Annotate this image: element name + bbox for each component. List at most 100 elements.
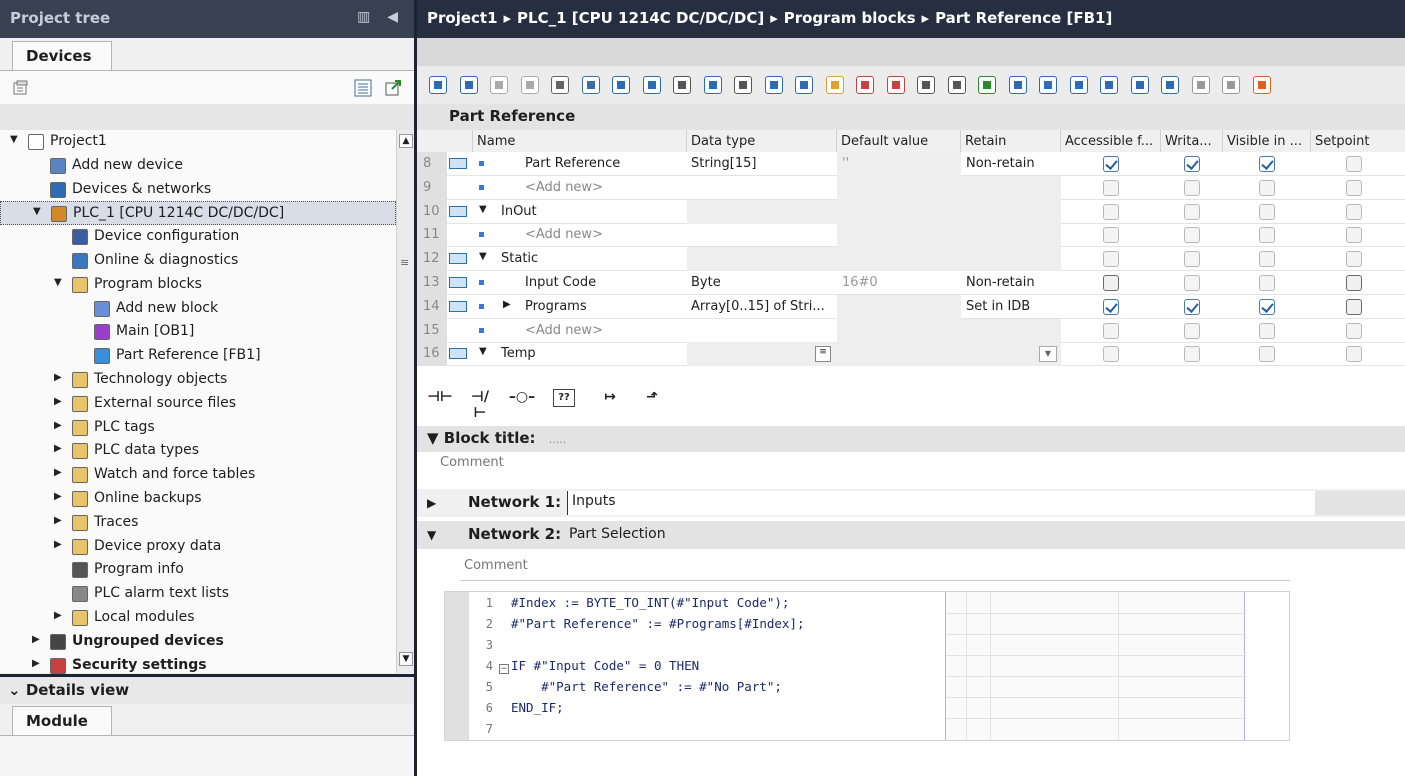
retain-value[interactable]: Set in IDB xyxy=(966,299,1030,314)
close-branch-icon[interactable]: ⬏ xyxy=(637,385,667,413)
tree-item[interactable]: Online & diagnostics xyxy=(0,249,396,273)
checkbox[interactable] xyxy=(1346,179,1362,196)
expand-arrow-icon[interactable]: ▶ xyxy=(54,491,62,502)
go-online-icon[interactable] xyxy=(856,76,874,94)
breakpoint-icon[interactable] xyxy=(1191,76,1210,94)
checkbox[interactable] xyxy=(1103,156,1119,172)
network-2-comment-field[interactable]: Comment xyxy=(460,555,1290,581)
favorites-icon[interactable] xyxy=(825,76,844,94)
indent-icon[interactable] xyxy=(1008,76,1027,94)
code-line[interactable]: #"Part Reference" := #"No Part"; xyxy=(511,679,782,700)
variable-name[interactable]: Part Reference xyxy=(525,156,620,171)
checkbox[interactable] xyxy=(1184,275,1200,291)
collapse-icon[interactable]: ▼ xyxy=(427,528,436,542)
expand-arrow-icon[interactable]: ▶ xyxy=(54,610,62,621)
tree-item[interactable]: ▼ Program blocks xyxy=(0,273,396,297)
interface-row[interactable]: 12 ▼ Static xyxy=(417,247,1405,272)
block-title-bar[interactable]: ▼ Block title: ..... xyxy=(417,426,1405,452)
delete-network-icon[interactable] xyxy=(520,76,539,94)
code-line[interactable]: #Index := BYTE_TO_INT(#"Input Code"); xyxy=(511,595,789,616)
monitor-icon[interactable] xyxy=(1161,76,1179,94)
collapse-arrow-icon[interactable]: ▼ xyxy=(479,251,487,262)
checkbox[interactable] xyxy=(1103,203,1119,220)
tree-item[interactable]: ▶ Ungrouped devices xyxy=(0,630,396,654)
collapse-arrow-icon[interactable]: ▼ xyxy=(479,346,487,357)
tree-item[interactable]: ▶ Technology objects xyxy=(0,368,396,392)
tree-item[interactable]: ▼ Project1 xyxy=(0,130,396,154)
tree-item[interactable]: ▶ Online backups xyxy=(0,487,396,511)
reset-icon[interactable] xyxy=(551,76,569,94)
checkbox[interactable] xyxy=(1259,346,1275,363)
expand-arrow-icon[interactable]: ▶ xyxy=(54,420,62,431)
default-value-cell[interactable] xyxy=(837,199,961,224)
watch-icon[interactable] xyxy=(1222,76,1240,94)
panel-controls-icon[interactable]: ▥ ◀ xyxy=(357,9,404,25)
tree-item[interactable]: Part Reference [FB1] xyxy=(0,344,396,368)
expand-arrow-icon[interactable]: ▶ xyxy=(54,467,62,478)
lock-icon[interactable] xyxy=(1252,76,1271,94)
column-header[interactable]: Visible in ... xyxy=(1223,130,1311,152)
tab-devices[interactable]: Devices xyxy=(12,41,112,71)
close-all-icon[interactable] xyxy=(612,76,630,94)
default-value[interactable]: 16#0 xyxy=(842,275,878,290)
checkbox[interactable] xyxy=(1346,251,1362,268)
collapse-icon[interactable]: ▼ xyxy=(427,429,439,447)
collapse-arrow-icon[interactable]: ▼ xyxy=(479,204,487,215)
network-2-title[interactable]: Part Selection xyxy=(569,526,666,542)
column-header[interactable]: Accessible f... xyxy=(1061,130,1161,152)
expand-arrow-icon[interactable]: ▶ xyxy=(32,634,40,645)
checkbox[interactable] xyxy=(1259,203,1275,220)
outdent-icon[interactable] xyxy=(1039,76,1057,94)
nc-contact-icon[interactable]: ⊣/⊢ xyxy=(465,385,495,421)
checkbox[interactable] xyxy=(1184,203,1200,220)
tree-item[interactable]: ▶ PLC data types xyxy=(0,439,396,463)
variable-name[interactable]: Temp xyxy=(501,346,536,361)
default-value-cell[interactable] xyxy=(837,247,961,272)
absolute-icon[interactable] xyxy=(642,76,661,94)
export-icon[interactable] xyxy=(384,79,402,97)
tree-item[interactable]: Add new block xyxy=(0,297,396,321)
interface-row[interactable]: 8 Part Reference String[15] '' Non-retain xyxy=(417,152,1405,176)
variable-name[interactable]: Static xyxy=(501,251,538,266)
insert-row-icon[interactable] xyxy=(429,76,447,94)
breadcrumb-item[interactable]: PLC_1 [CPU 1214C DC/DC/DC] xyxy=(517,9,764,27)
insert-block-icon[interactable] xyxy=(703,76,722,94)
tree-item[interactable]: Add new device xyxy=(0,154,396,178)
checkbox[interactable] xyxy=(1103,298,1119,315)
collapse-arrow-icon[interactable]: ▼ xyxy=(33,206,41,217)
tree-item[interactable]: Program info xyxy=(0,558,396,582)
checkbox[interactable] xyxy=(1184,346,1200,363)
expand-arrow-icon[interactable]: ▶ xyxy=(503,299,511,310)
default-value-cell[interactable] xyxy=(837,223,961,248)
collapse-arrow-icon[interactable]: ▼ xyxy=(54,277,62,288)
tree-item[interactable]: Device configuration xyxy=(0,225,396,249)
fold-toggle-icon[interactable]: − xyxy=(499,664,509,674)
retain-value[interactable]: Non-retain xyxy=(966,275,1035,290)
network-1-title-input[interactable]: Inputs xyxy=(567,491,1315,515)
column-header[interactable]: Retain xyxy=(961,130,1061,152)
tree-item[interactable]: ▶ Traces xyxy=(0,511,396,535)
variable-name[interactable]: <Add new> xyxy=(525,227,603,242)
tree-scrollbar[interactable]: ▲ ≡ ▼ xyxy=(396,130,414,673)
code-line[interactable]: #"Part Reference" := #Programs[#Index]; xyxy=(511,616,805,637)
default-value-cell[interactable] xyxy=(837,152,961,176)
block-comment-field[interactable]: Comment xyxy=(436,452,1405,488)
download-icon[interactable] xyxy=(917,76,935,94)
checkbox[interactable] xyxy=(1103,179,1119,196)
checkbox[interactable] xyxy=(1346,298,1362,315)
checkbox[interactable] xyxy=(1259,322,1275,339)
expand-arrow-icon[interactable]: ▶ xyxy=(54,443,62,454)
expand-arrow-icon[interactable]: ▶ xyxy=(54,396,62,407)
expand-arrow-icon[interactable]: ▶ xyxy=(54,539,62,550)
column-header[interactable]: Data type xyxy=(687,130,837,152)
expand-icon[interactable]: ▶ xyxy=(427,496,436,510)
interface-row[interactable]: 11 <Add new> xyxy=(417,223,1405,248)
new-group-icon[interactable] xyxy=(12,79,30,97)
column-header[interactable]: Name xyxy=(473,130,687,152)
tab-module[interactable]: Module xyxy=(12,706,112,736)
tree-item[interactable]: PLC alarm text lists xyxy=(0,582,396,606)
coil-icon[interactable]: –○– xyxy=(507,385,537,413)
variable-name[interactable]: Input Code xyxy=(525,275,596,290)
breadcrumb-item[interactable]: Program blocks xyxy=(784,9,916,27)
checkbox[interactable] xyxy=(1346,227,1362,244)
